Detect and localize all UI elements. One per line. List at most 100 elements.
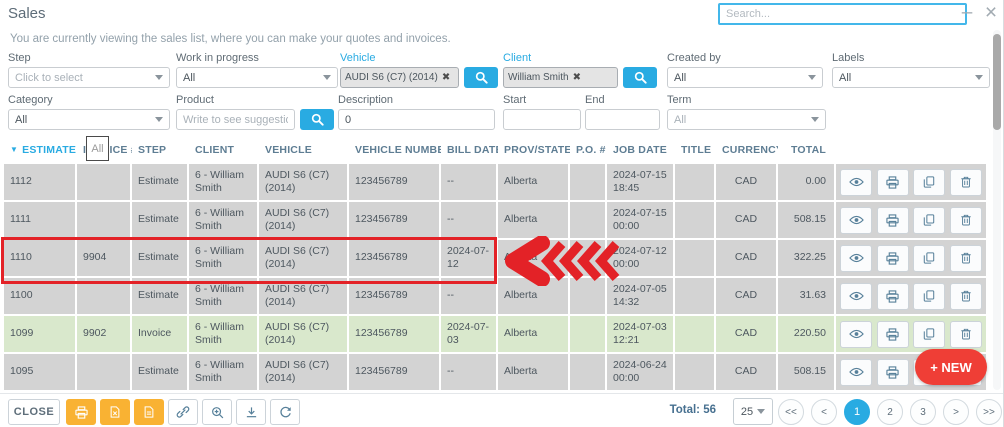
print-button[interactable]: [877, 321, 909, 348]
duplicate-button[interactable]: [913, 321, 945, 348]
export-excel-button[interactable]: [100, 399, 130, 425]
minimize-icon[interactable]: –: [958, 1, 976, 25]
view-button[interactable]: [840, 321, 872, 348]
page-size-select[interactable]: 25: [733, 398, 773, 425]
cell-invoice: [77, 202, 130, 238]
print-button[interactable]: [877, 245, 909, 272]
print-button[interactable]: [877, 359, 909, 386]
pagination-last-button[interactable]: >>: [976, 399, 1002, 425]
pagination-prev-button[interactable]: <: [811, 399, 837, 425]
zoom-in-button[interactable]: [202, 399, 232, 425]
column-header-client[interactable]: CLIENT: [189, 137, 257, 162]
view-button[interactable]: [840, 169, 872, 196]
link-icon: [176, 405, 190, 419]
column-header-prov-state[interactable]: PROV/STATE: [498, 137, 568, 162]
category-select[interactable]: All: [8, 109, 170, 130]
cell-estimate: 1112: [4, 164, 75, 200]
cell-prov-state: Alberta: [498, 164, 568, 200]
page-size-value: 25: [741, 406, 753, 418]
delete-button[interactable]: [950, 207, 982, 234]
vehicle-search-button[interactable]: [464, 67, 498, 88]
vehicle-chip[interactable]: AUDI S6 (C7) (2014) ✖: [340, 67, 459, 88]
trash-icon: [960, 176, 972, 188]
table-row[interactable]: 1111 Estimate 6 - William Smith AUDI S6 …: [4, 202, 982, 238]
table-row[interactable]: 1095 Estimate 6 - William Smith AUDI S6 …: [4, 354, 982, 390]
cell-prov-state: Alberta: [498, 202, 568, 238]
table-row[interactable]: 1100 Estimate 6 - William Smith AUDI S6 …: [4, 278, 982, 314]
duplicate-button[interactable]: [913, 245, 945, 272]
close-button[interactable]: CLOSE: [8, 399, 60, 425]
print-button[interactable]: [877, 169, 909, 196]
print-button[interactable]: [877, 207, 909, 234]
filter-start-label: Start: [503, 94, 581, 106]
column-header-title[interactable]: TITLE: [675, 137, 714, 162]
view-button[interactable]: [840, 245, 872, 272]
copy-icon: [923, 214, 935, 226]
term-select[interactable]: All: [667, 109, 826, 130]
column-header-bill-date[interactable]: BILL DATE: [441, 137, 496, 162]
duplicate-button[interactable]: [913, 283, 945, 310]
cell-vehicle-number: 123456789: [349, 164, 439, 200]
product-search-button[interactable]: [300, 109, 334, 130]
pagination-first-button[interactable]: <<: [778, 399, 804, 425]
invoice-column-filter-overlay[interactable]: All: [86, 136, 109, 161]
download-button[interactable]: [236, 399, 266, 425]
delete-button[interactable]: [950, 245, 982, 272]
column-header-vehicle-number[interactable]: VEHICLE NUMBER: [349, 137, 439, 162]
column-header-step[interactable]: STEP: [132, 137, 187, 162]
filter-end: End: [585, 94, 660, 130]
refresh-button[interactable]: [270, 399, 300, 425]
step-select[interactable]: Click to select: [8, 67, 170, 88]
print-list-button[interactable]: [66, 399, 96, 425]
pagination-page-2-button[interactable]: 2: [877, 399, 903, 425]
client-chip[interactable]: William Smith ✖: [503, 67, 618, 88]
close-icon[interactable]: ×: [982, 1, 1000, 25]
duplicate-button[interactable]: [913, 207, 945, 234]
wip-select[interactable]: All: [176, 67, 338, 88]
cell-vehicle-number: 123456789: [349, 278, 439, 314]
column-header-vehicle[interactable]: VEHICLE: [259, 137, 347, 162]
cell-vehicle-number: 123456789: [349, 354, 439, 390]
export-pdf-button[interactable]: [134, 399, 164, 425]
vertical-scrollbar-thumb[interactable]: [993, 34, 1001, 130]
pagination-page-1-button[interactable]: 1: [844, 399, 870, 425]
pagination-next-button[interactable]: >: [943, 399, 969, 425]
search-input[interactable]: [718, 3, 967, 25]
table-row[interactable]: 1099 9902 Invoice 6 - William Smith AUDI…: [4, 316, 982, 352]
client-search-button[interactable]: [623, 67, 657, 88]
column-header-total[interactable]: TOTAL: [778, 137, 834, 162]
clear-icon[interactable]: ✖: [573, 72, 581, 83]
term-select-value: All: [674, 114, 686, 126]
filter-description: Description: [338, 94, 495, 130]
delete-button[interactable]: [950, 283, 982, 310]
delete-button[interactable]: [950, 321, 982, 348]
column-header-estimate[interactable]: ▼ESTIMATE #: [4, 137, 75, 162]
clear-icon[interactable]: ✖: [442, 72, 450, 83]
created-by-select[interactable]: All: [667, 67, 823, 88]
view-button[interactable]: [840, 359, 872, 386]
table-row[interactable]: 1112 Estimate 6 - William Smith AUDI S6 …: [4, 164, 982, 200]
cell-total: 508.15: [778, 202, 834, 238]
view-button[interactable]: [840, 283, 872, 310]
copy-link-button[interactable]: [168, 399, 198, 425]
delete-button[interactable]: [950, 169, 982, 196]
column-header-currency[interactable]: CURRENCY: [716, 137, 776, 162]
view-button[interactable]: [840, 207, 872, 234]
new-button[interactable]: + NEW: [915, 349, 987, 385]
column-header-po[interactable]: P.O. #: [570, 137, 605, 162]
cell-actions: [836, 316, 986, 352]
product-input[interactable]: [176, 109, 295, 130]
cell-step: Invoice: [132, 316, 187, 352]
column-header-job-date[interactable]: JOB DATE: [607, 137, 673, 162]
print-button[interactable]: [877, 283, 909, 310]
cell-invoice: [77, 354, 130, 390]
page-title: Sales: [8, 5, 46, 22]
duplicate-button[interactable]: [913, 169, 945, 196]
cell-po: [570, 202, 605, 238]
start-date-input[interactable]: [503, 109, 581, 130]
description-input[interactable]: [338, 109, 495, 130]
end-date-input[interactable]: [585, 109, 660, 130]
table-row[interactable]: 1110 9904 Estimate 6 - William Smith AUD…: [4, 240, 982, 276]
pagination-page-3-button[interactable]: 3: [910, 399, 936, 425]
labels-select[interactable]: All: [832, 67, 990, 88]
